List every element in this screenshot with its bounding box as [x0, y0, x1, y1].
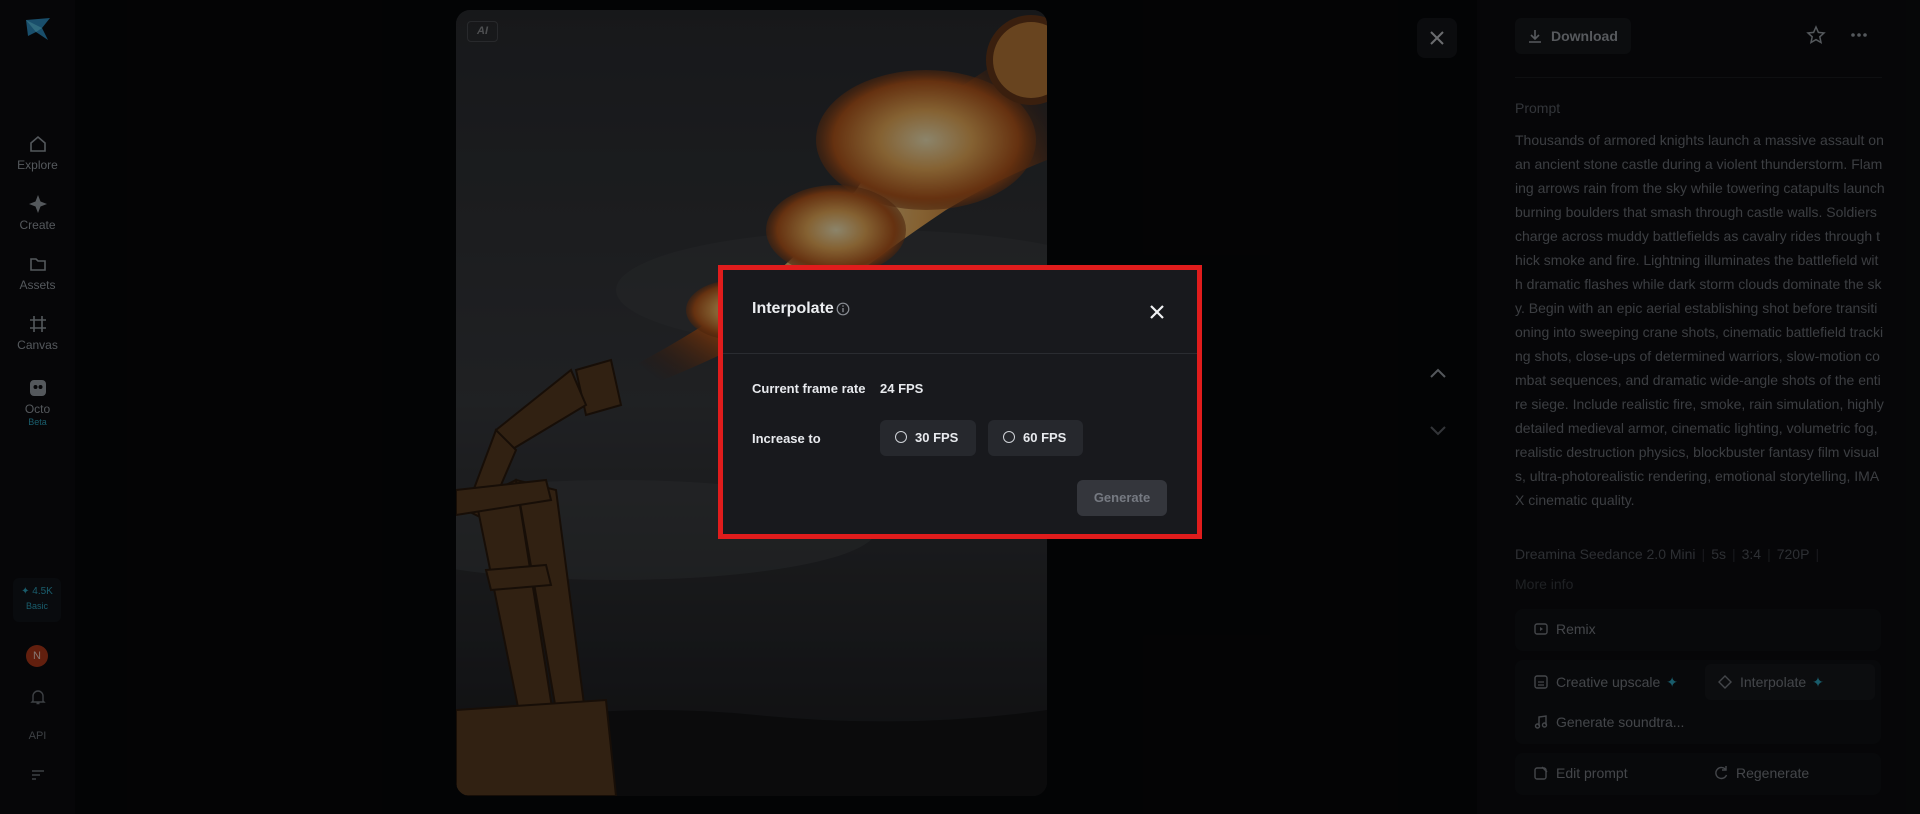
dialog-title: Interpolate	[752, 300, 834, 317]
radio-button[interactable]	[1003, 431, 1015, 443]
increase-to-label: Increase to	[752, 431, 821, 446]
fps-option-label: 30 FPS	[915, 430, 959, 445]
info-icon[interactable]	[836, 302, 850, 316]
current-frame-rate-value: 24 FPS	[880, 381, 924, 396]
fps-option-label: 60 FPS	[1023, 430, 1067, 445]
current-frame-rate-label: Current frame rate	[752, 381, 866, 396]
fps-option-60[interactable]: 60 FPS	[988, 420, 1083, 456]
dialog-divider	[723, 353, 1197, 354]
fps-option-30[interactable]: 30 FPS	[880, 420, 976, 456]
radio-button[interactable]	[895, 431, 907, 443]
interpolate-dialog: Interpolate Current frame rate 24 FPS In…	[723, 270, 1197, 534]
generate-button[interactable]: Generate	[1077, 480, 1167, 516]
close-dialog-icon[interactable]	[1147, 302, 1167, 322]
